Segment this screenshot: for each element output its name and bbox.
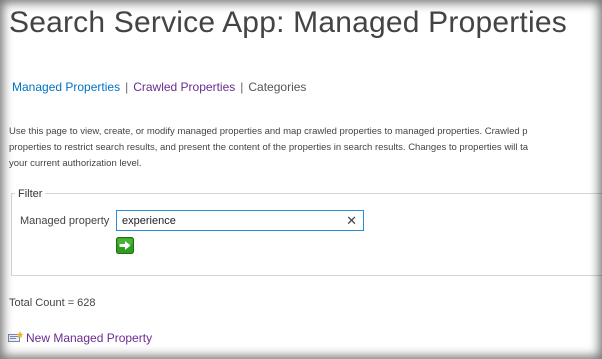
new-managed-property-link[interactable]: New Managed Property	[8, 331, 152, 345]
managed-property-input[interactable]	[117, 211, 347, 230]
filter-legend: Filter	[15, 188, 46, 200]
new-property-icon	[8, 331, 24, 342]
nav-categories-link[interactable]: Categories	[248, 80, 306, 94]
total-count: Total Count = 628	[9, 297, 96, 309]
page-description: Use this page to view, create, or modify…	[9, 126, 529, 169]
nav-crawled-properties-link[interactable]: Crawled Properties	[133, 80, 235, 94]
clear-icon[interactable]: ✕	[346, 212, 357, 229]
breadcrumb-nav: Managed Properties | Crawled Properties | Ca…	[12, 80, 306, 94]
go-button[interactable]	[116, 237, 134, 254]
page-title: Search Service App: Managed Properties	[9, 6, 567, 39]
filter-section: Filter Managed property ✕	[11, 188, 602, 276]
go-arrow-icon	[116, 237, 134, 254]
nav-separator: |	[125, 80, 129, 94]
managed-property-input-box[interactable]: ✕	[116, 210, 364, 231]
nav-managed-properties-link[interactable]: Managed Properties	[12, 80, 120, 94]
new-managed-property-label: New Managed Property	[26, 331, 153, 345]
nav-separator: |	[240, 80, 244, 94]
managed-property-label: Managed property	[20, 215, 110, 227]
